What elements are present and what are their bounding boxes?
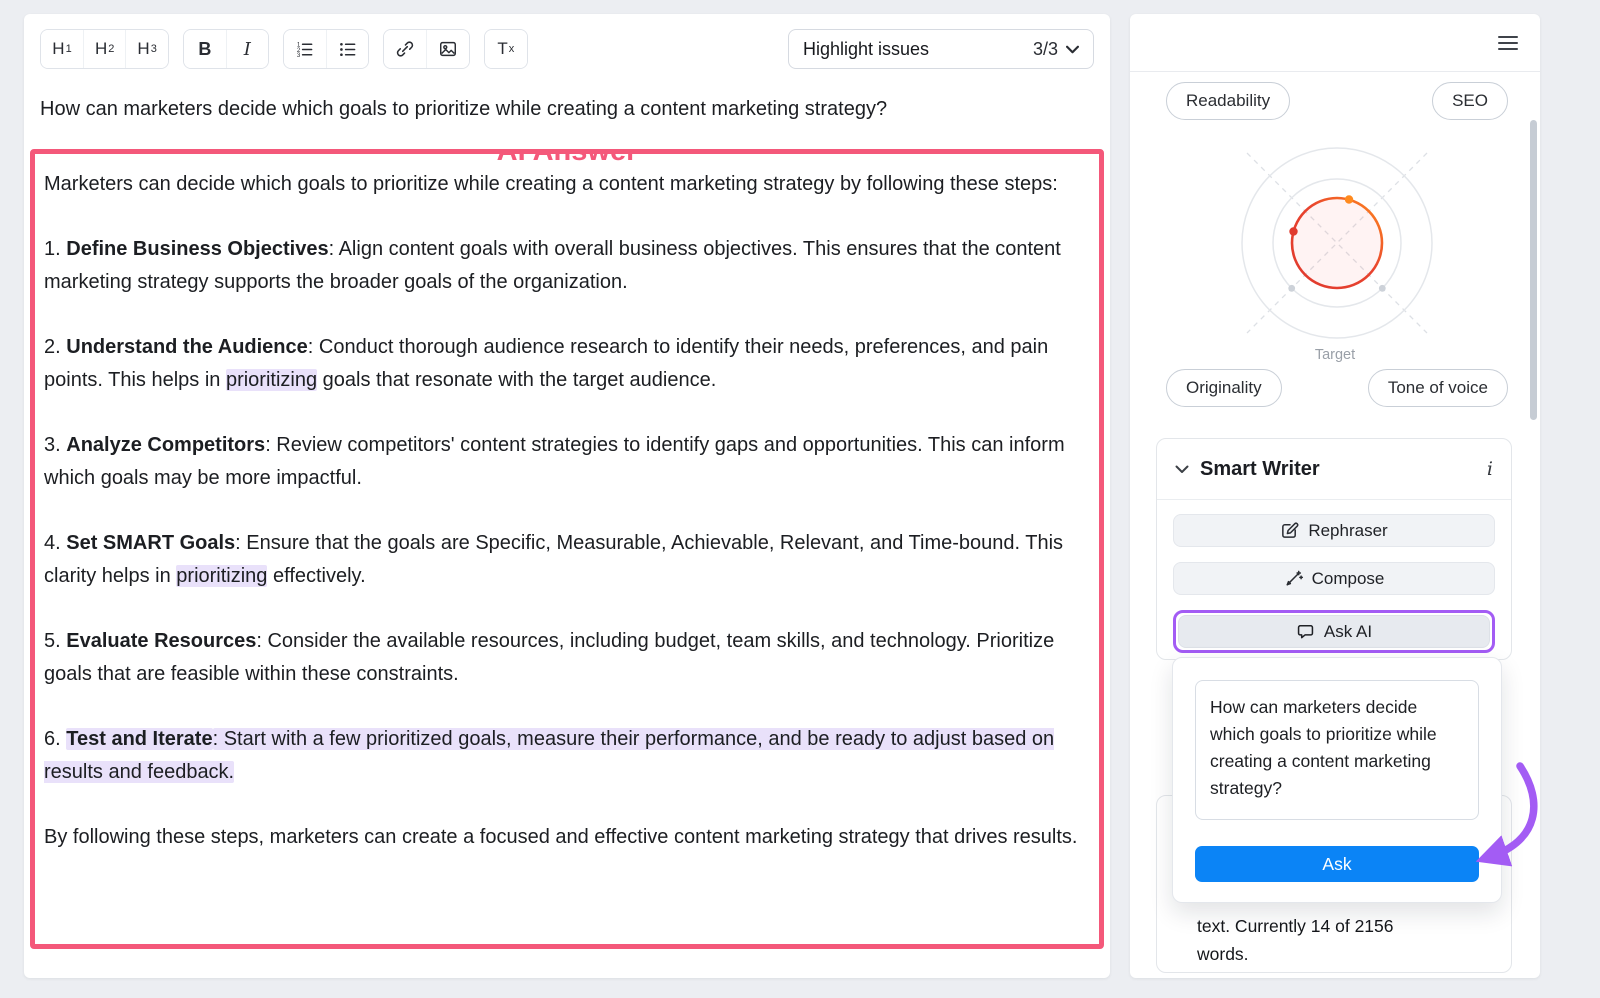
- ai-answer-box: AI Answer Marketers can decide which goa…: [30, 149, 1104, 949]
- partial-status-line: words.: [1197, 940, 1495, 968]
- ordered-list-icon: 123: [295, 40, 314, 59]
- answer-text-segment: Set SMART Goals: [66, 532, 235, 554]
- link-icon: [395, 39, 415, 59]
- bold-glyph: B: [198, 39, 211, 60]
- chevron-down-icon: [1066, 45, 1079, 54]
- clear-format-sub: x: [509, 43, 515, 55]
- answer-text-segment: prioritizing: [176, 565, 267, 587]
- answer-text-segment: 5.: [44, 630, 66, 652]
- editor-toolbar: H1 H2 H3 B I 123: [24, 14, 1110, 81]
- sidebar-scrollbar[interactable]: [1530, 120, 1537, 420]
- answer-text-segment: 4.: [44, 532, 66, 554]
- answer-paragraph[interactable]: 4. Set SMART Goals: Ensure that the goal…: [44, 527, 1081, 593]
- ai-answer-body[interactable]: Marketers can decide which goals to prio…: [40, 168, 1087, 854]
- ask-ai-button[interactable]: Ask AI: [1178, 615, 1490, 648]
- bullet-list-button[interactable]: [326, 30, 368, 68]
- compose-label: Compose: [1312, 569, 1385, 589]
- clear-format-glyph: T: [497, 39, 507, 59]
- editor-question-text[interactable]: How can marketers decide which goals to …: [24, 81, 1110, 139]
- answer-text-segment: Define Business Objectives: [66, 238, 328, 260]
- ai-answer-annotation-label: AI Answer: [481, 149, 654, 170]
- answer-text-segment: Test and Iterate: [66, 728, 212, 750]
- bold-button[interactable]: B: [184, 30, 226, 68]
- smart-writer-buttons: Rephraser Compose Ask AI: [1157, 500, 1511, 653]
- h3-label: H: [137, 39, 149, 59]
- info-icon[interactable]: i: [1487, 458, 1493, 480]
- readability-pill[interactable]: Readability: [1166, 82, 1290, 120]
- partial-status-line: text. Currently 14 of 2156: [1197, 912, 1495, 940]
- gauge-target-label: Target: [1130, 347, 1540, 363]
- h2-label: H: [95, 39, 107, 59]
- clear-formatting-button[interactable]: Tx: [485, 30, 527, 68]
- highlight-issues-label: Highlight issues: [803, 39, 929, 60]
- assistant-sidebar: Readability SEO Originality Tone of voic…: [1130, 14, 1540, 978]
- ask-ai-chat-icon: [1296, 622, 1315, 641]
- italic-button[interactable]: I: [226, 30, 268, 68]
- answer-paragraph[interactable]: 5. Evaluate Resources: Consider the avai…: [44, 625, 1081, 691]
- compose-button[interactable]: Compose: [1173, 562, 1495, 595]
- answer-text-segment: 6.: [44, 728, 66, 750]
- heading-buttons-group: H1 H2 H3: [40, 29, 169, 69]
- rephraser-edit-icon: [1280, 521, 1299, 540]
- editor-panel: H1 H2 H3 B I 123: [24, 14, 1110, 978]
- h3-sub: 3: [151, 43, 157, 55]
- sidebar-header: [1130, 14, 1540, 72]
- h1-sub: 1: [66, 43, 72, 55]
- italic-glyph: I: [244, 39, 251, 60]
- h1-label: H: [52, 39, 64, 59]
- h2-sub: 2: [108, 43, 114, 55]
- link-button[interactable]: [384, 30, 426, 68]
- answer-paragraph[interactable]: Marketers can decide which goals to prio…: [44, 168, 1081, 201]
- clear-format-group: Tx: [484, 29, 528, 69]
- compose-wand-icon: [1284, 569, 1303, 588]
- answer-text-segment: 1.: [44, 238, 66, 260]
- partial-status-text: text. Currently 14 of 2156words.: [1197, 912, 1495, 968]
- h2-button[interactable]: H2: [83, 30, 125, 68]
- smart-writer-title: Smart Writer: [1200, 458, 1320, 481]
- answer-paragraph[interactable]: 2. Understand the Audience: Conduct thor…: [44, 331, 1081, 397]
- answer-text-segment: Evaluate Resources: [66, 630, 256, 652]
- answer-text-segment: prioritizing: [226, 369, 317, 391]
- answer-text-segment: Analyze Competitors: [66, 434, 265, 456]
- h1-button[interactable]: H1: [41, 30, 83, 68]
- answer-paragraph[interactable]: 1. Define Business Objectives: Align con…: [44, 233, 1081, 299]
- score-gauge: [1227, 133, 1447, 353]
- ask-ai-label: Ask AI: [1324, 622, 1372, 642]
- smart-writer-section: Smart Writer i Rephraser Compose: [1156, 438, 1512, 660]
- answer-text-segment: goals that resonate with the target audi…: [317, 369, 716, 391]
- image-button[interactable]: [426, 30, 469, 68]
- answer-text-segment: Marketers can decide which goals to prio…: [44, 173, 1058, 195]
- answer-paragraph[interactable]: 6. Test and Iterate: Start with a few pr…: [44, 723, 1081, 789]
- collapse-chevron-icon: [1175, 465, 1189, 474]
- list-buttons-group: 123: [283, 29, 369, 69]
- text-style-group: B I: [183, 29, 269, 69]
- answer-paragraph[interactable]: By following these steps, marketers can …: [44, 821, 1081, 854]
- svg-text:3: 3: [297, 52, 301, 59]
- answer-paragraph[interactable]: 3. Analyze Competitors: Review competito…: [44, 429, 1081, 495]
- answer-text-segment: effectively.: [267, 565, 365, 587]
- smart-writer-header[interactable]: Smart Writer i: [1157, 439, 1511, 500]
- rephraser-button[interactable]: Rephraser: [1173, 514, 1495, 547]
- originality-pill[interactable]: Originality: [1166, 369, 1282, 407]
- h3-button[interactable]: H3: [125, 30, 167, 68]
- answer-text-segment: Understand the Audience: [66, 336, 308, 358]
- rephraser-label: Rephraser: [1308, 521, 1387, 541]
- ordered-list-button[interactable]: 123: [284, 30, 326, 68]
- ask-submit-button[interactable]: Ask: [1195, 846, 1479, 882]
- highlight-issues-dropdown[interactable]: Highlight issues 3/3: [788, 29, 1094, 69]
- answer-text-segment: 3.: [44, 434, 66, 456]
- ask-ai-popup: How can marketers decide which goals to …: [1172, 657, 1502, 903]
- bullet-list-icon: [338, 40, 357, 59]
- answer-text-segment: By following these steps, marketers can …: [44, 826, 1078, 848]
- seo-pill[interactable]: SEO: [1432, 82, 1508, 120]
- highlight-issues-count: 3/3: [1033, 39, 1058, 60]
- menu-icon[interactable]: [1498, 35, 1518, 51]
- image-icon: [438, 39, 458, 59]
- ask-ai-annotation-box: Ask AI: [1173, 610, 1495, 653]
- answer-text-segment: 2.: [44, 336, 66, 358]
- tone-of-voice-pill[interactable]: Tone of voice: [1368, 369, 1508, 407]
- insert-buttons-group: [383, 29, 470, 69]
- ask-ai-question-input[interactable]: How can marketers decide which goals to …: [1195, 680, 1479, 820]
